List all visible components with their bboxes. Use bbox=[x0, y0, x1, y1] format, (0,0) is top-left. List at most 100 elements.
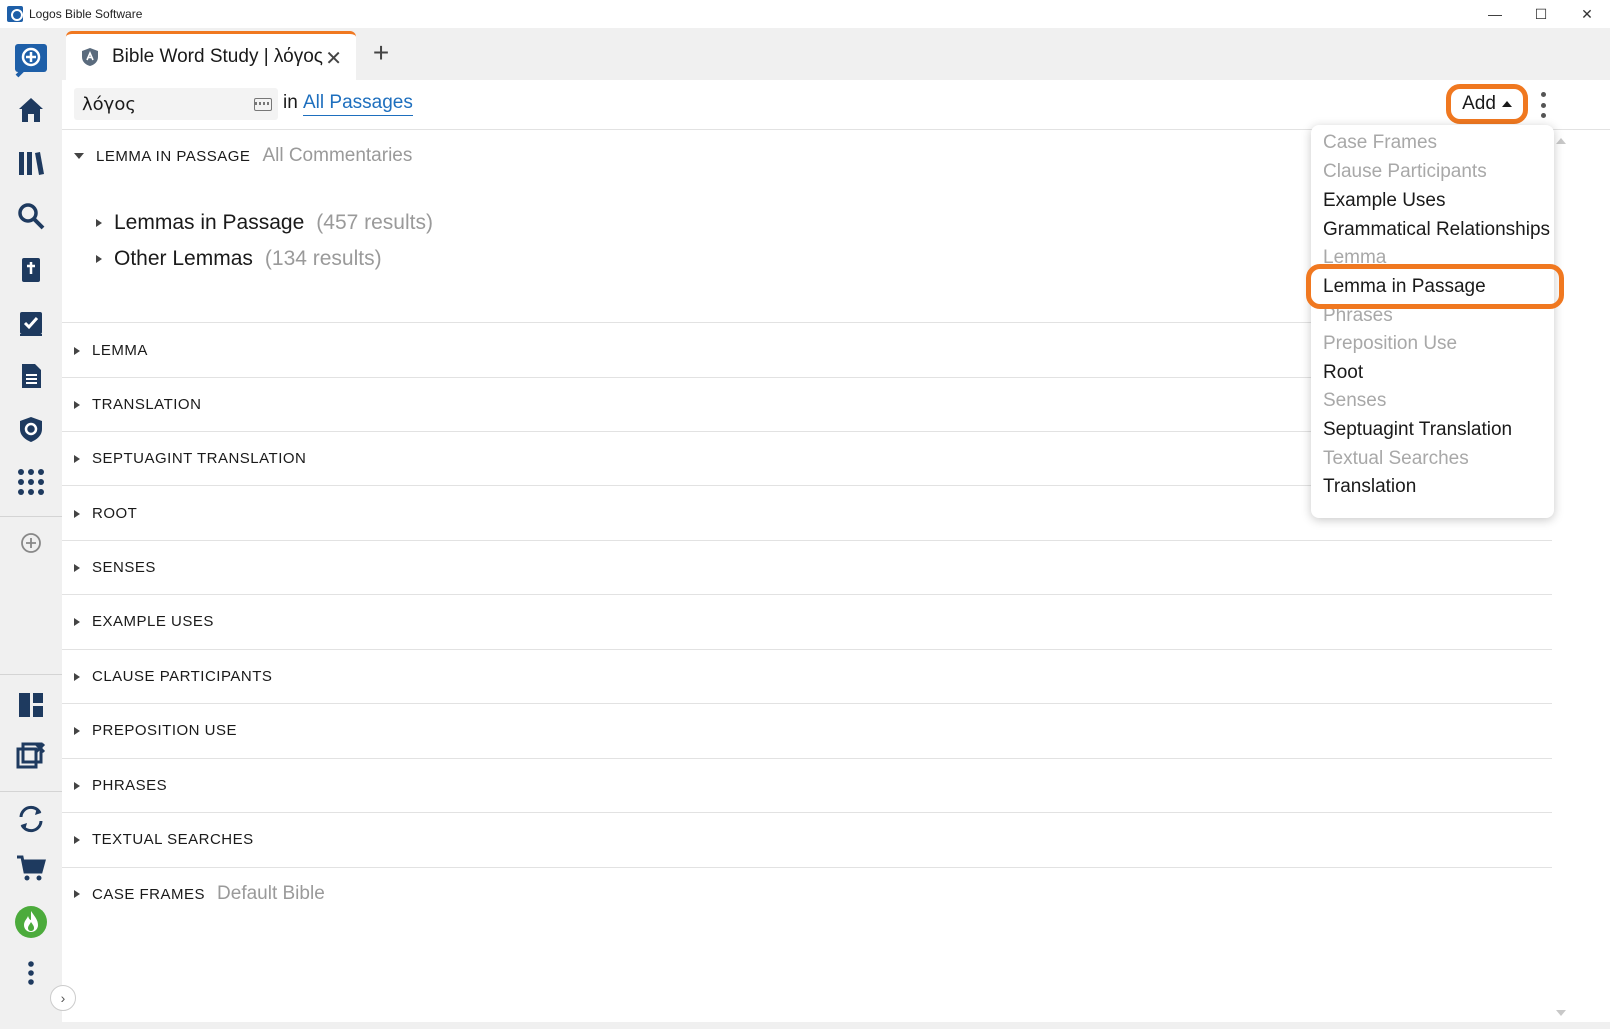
section-textual-searches: TEXTUAL SEARCHES bbox=[62, 813, 1552, 868]
menu-item-senses: Senses bbox=[1323, 390, 1387, 411]
toolbar: in All Passages Add bbox=[62, 80, 1610, 130]
expand-triangle-icon bbox=[74, 454, 80, 463]
sidebar-divider bbox=[0, 674, 62, 675]
window-controls: — ☐ ✕ bbox=[1472, 0, 1610, 28]
section-resource[interactable]: Default Bible bbox=[217, 883, 325, 905]
panel-menu-icon[interactable] bbox=[1538, 92, 1548, 118]
section-header[interactable]: SEPTUAGINT TRANSLATION bbox=[74, 450, 306, 467]
close-window-button[interactable]: ✕ bbox=[1564, 0, 1610, 28]
highlight-outline bbox=[1306, 264, 1564, 309]
search-input[interactable] bbox=[74, 93, 244, 115]
section-title: PREPOSITION USE bbox=[92, 722, 238, 739]
tab-close-icon[interactable]: ✕ bbox=[325, 46, 342, 71]
sidebar-divider bbox=[0, 516, 62, 517]
menu-item-translation[interactable]: Translation bbox=[1323, 476, 1416, 502]
expand-triangle-icon bbox=[74, 835, 80, 844]
expand-triangle-icon bbox=[74, 781, 80, 790]
section-title: EXAMPLE USES bbox=[92, 613, 214, 630]
section-preposition-use: PREPOSITION USE bbox=[62, 704, 1552, 759]
passage-selector-link[interactable]: All Passages bbox=[303, 92, 413, 116]
add-circle-icon[interactable] bbox=[11, 523, 51, 563]
document-icon[interactable] bbox=[11, 356, 51, 396]
in-label: in bbox=[283, 92, 298, 113]
section-senses: SENSES bbox=[62, 541, 1552, 595]
word-study-icon bbox=[82, 48, 98, 66]
section-header[interactable]: ROOT bbox=[74, 505, 137, 522]
search-icon[interactable] bbox=[11, 196, 51, 236]
section-header[interactable]: PREPOSITION USE bbox=[74, 722, 237, 739]
apps-grid-icon[interactable] bbox=[11, 462, 51, 502]
expand-triangle-icon bbox=[74, 563, 80, 572]
section-title: SEPTUAGINT TRANSLATION bbox=[92, 450, 307, 467]
sidebar-divider bbox=[0, 791, 62, 792]
tab-bible-word-study[interactable]: Bible Word Study | λόγος ✕ bbox=[66, 31, 356, 80]
add-section-button[interactable]: Add bbox=[1446, 84, 1528, 124]
result-row-other-lemmas[interactable]: Other Lemmas (134 results) bbox=[96, 247, 382, 271]
layouts-icon[interactable] bbox=[11, 685, 51, 725]
checklist-icon[interactable] bbox=[11, 303, 51, 343]
result-count: (134 results) bbox=[264, 247, 382, 270]
section-title: LEMMA IN PASSAGE bbox=[96, 147, 251, 165]
result-row-lemmas-in-passage[interactable]: Lemmas in Passage (457 results) bbox=[96, 211, 433, 235]
result-count: (457 results) bbox=[316, 211, 433, 234]
section-title: TEXTUAL SEARCHES bbox=[92, 831, 254, 848]
add-section-menu: Case Frames Clause Participants Example … bbox=[1306, 125, 1564, 518]
search-box bbox=[74, 88, 278, 120]
maximize-button[interactable]: ☐ bbox=[1518, 0, 1564, 28]
section-header[interactable]: LEMMA bbox=[74, 342, 148, 359]
more-vertical-icon[interactable] bbox=[11, 953, 51, 993]
logos-app-icon bbox=[7, 6, 23, 22]
new-tab-button[interactable]: + bbox=[366, 37, 396, 68]
title-bar: Logos Bible Software — ☐ ✕ bbox=[0, 0, 1610, 28]
section-clause-participants: CLAUSE PARTICIPANTS bbox=[62, 650, 1552, 704]
library-icon[interactable] bbox=[11, 143, 51, 183]
section-header[interactable]: TEXTUAL SEARCHES bbox=[74, 831, 254, 848]
expand-triangle-icon bbox=[74, 672, 80, 681]
section-header[interactable]: CASE FRAMES Default Bible bbox=[74, 883, 325, 905]
section-title: CLAUSE PARTICIPANTS bbox=[92, 668, 273, 685]
section-title: SENSES bbox=[92, 559, 156, 576]
section-header[interactable]: CLAUSE PARTICIPANTS bbox=[74, 668, 272, 685]
tab-label: Bible Word Study | λόγος bbox=[112, 46, 323, 67]
section-title: CASE FRAMES bbox=[92, 885, 206, 903]
menu-item-clause-participants: Clause Participants bbox=[1323, 161, 1487, 182]
scroll-up-icon[interactable] bbox=[1556, 138, 1566, 144]
section-title: TRANSLATION bbox=[92, 396, 202, 413]
menu-item-septuagint-translation[interactable]: Septuagint Translation bbox=[1323, 419, 1512, 445]
menu-item-case-frames: Case Frames bbox=[1323, 132, 1438, 153]
bottom-edge bbox=[62, 1022, 1610, 1029]
sync-icon[interactable] bbox=[11, 799, 51, 839]
cart-icon[interactable] bbox=[11, 848, 51, 888]
result-label: Lemmas in Passage bbox=[114, 211, 305, 234]
logos-search-icon[interactable] bbox=[11, 40, 51, 80]
menu-item-grammatical-relationships[interactable]: Grammatical Relationships bbox=[1323, 219, 1550, 245]
caret-up-icon bbox=[1501, 101, 1512, 107]
left-sidebar bbox=[0, 28, 62, 1029]
section-header[interactable]: TRANSLATION bbox=[74, 396, 201, 413]
section-resource[interactable]: All Commentaries bbox=[262, 145, 412, 167]
section-phrases: PHRASES bbox=[62, 759, 1552, 813]
shield-icon[interactable] bbox=[11, 409, 51, 449]
scroll-down-icon[interactable] bbox=[1556, 1010, 1566, 1016]
section-example-uses: EXAMPLE USES bbox=[62, 595, 1552, 650]
vertical-scrollbar[interactable] bbox=[1552, 131, 1568, 997]
add-label: Add bbox=[1462, 93, 1496, 114]
result-label: Other Lemmas bbox=[114, 247, 253, 270]
keyboard-icon[interactable] bbox=[254, 98, 272, 111]
section-header[interactable]: EXAMPLE USES bbox=[74, 613, 214, 630]
section-header[interactable]: PHRASES bbox=[74, 777, 167, 794]
expand-triangle-icon bbox=[74, 617, 80, 626]
bible-icon[interactable] bbox=[11, 250, 51, 290]
home-icon[interactable] bbox=[11, 90, 51, 130]
tab-strip: Bible Word Study | λόγος ✕ + bbox=[62, 28, 1610, 80]
flame-icon[interactable] bbox=[11, 902, 51, 942]
menu-item-root[interactable]: Root bbox=[1323, 362, 1363, 388]
close-panels-icon[interactable] bbox=[11, 736, 51, 776]
expand-triangle-icon bbox=[74, 400, 80, 409]
minimize-button[interactable]: — bbox=[1472, 0, 1518, 28]
section-header[interactable]: SENSES bbox=[74, 559, 156, 576]
expand-sidebar-button[interactable]: › bbox=[50, 985, 76, 1011]
menu-item-textual-searches: Textual Searches bbox=[1323, 448, 1469, 469]
section-header[interactable]: LEMMA IN PASSAGE All Commentaries bbox=[74, 145, 412, 167]
menu-item-example-uses[interactable]: Example Uses bbox=[1323, 190, 1446, 216]
